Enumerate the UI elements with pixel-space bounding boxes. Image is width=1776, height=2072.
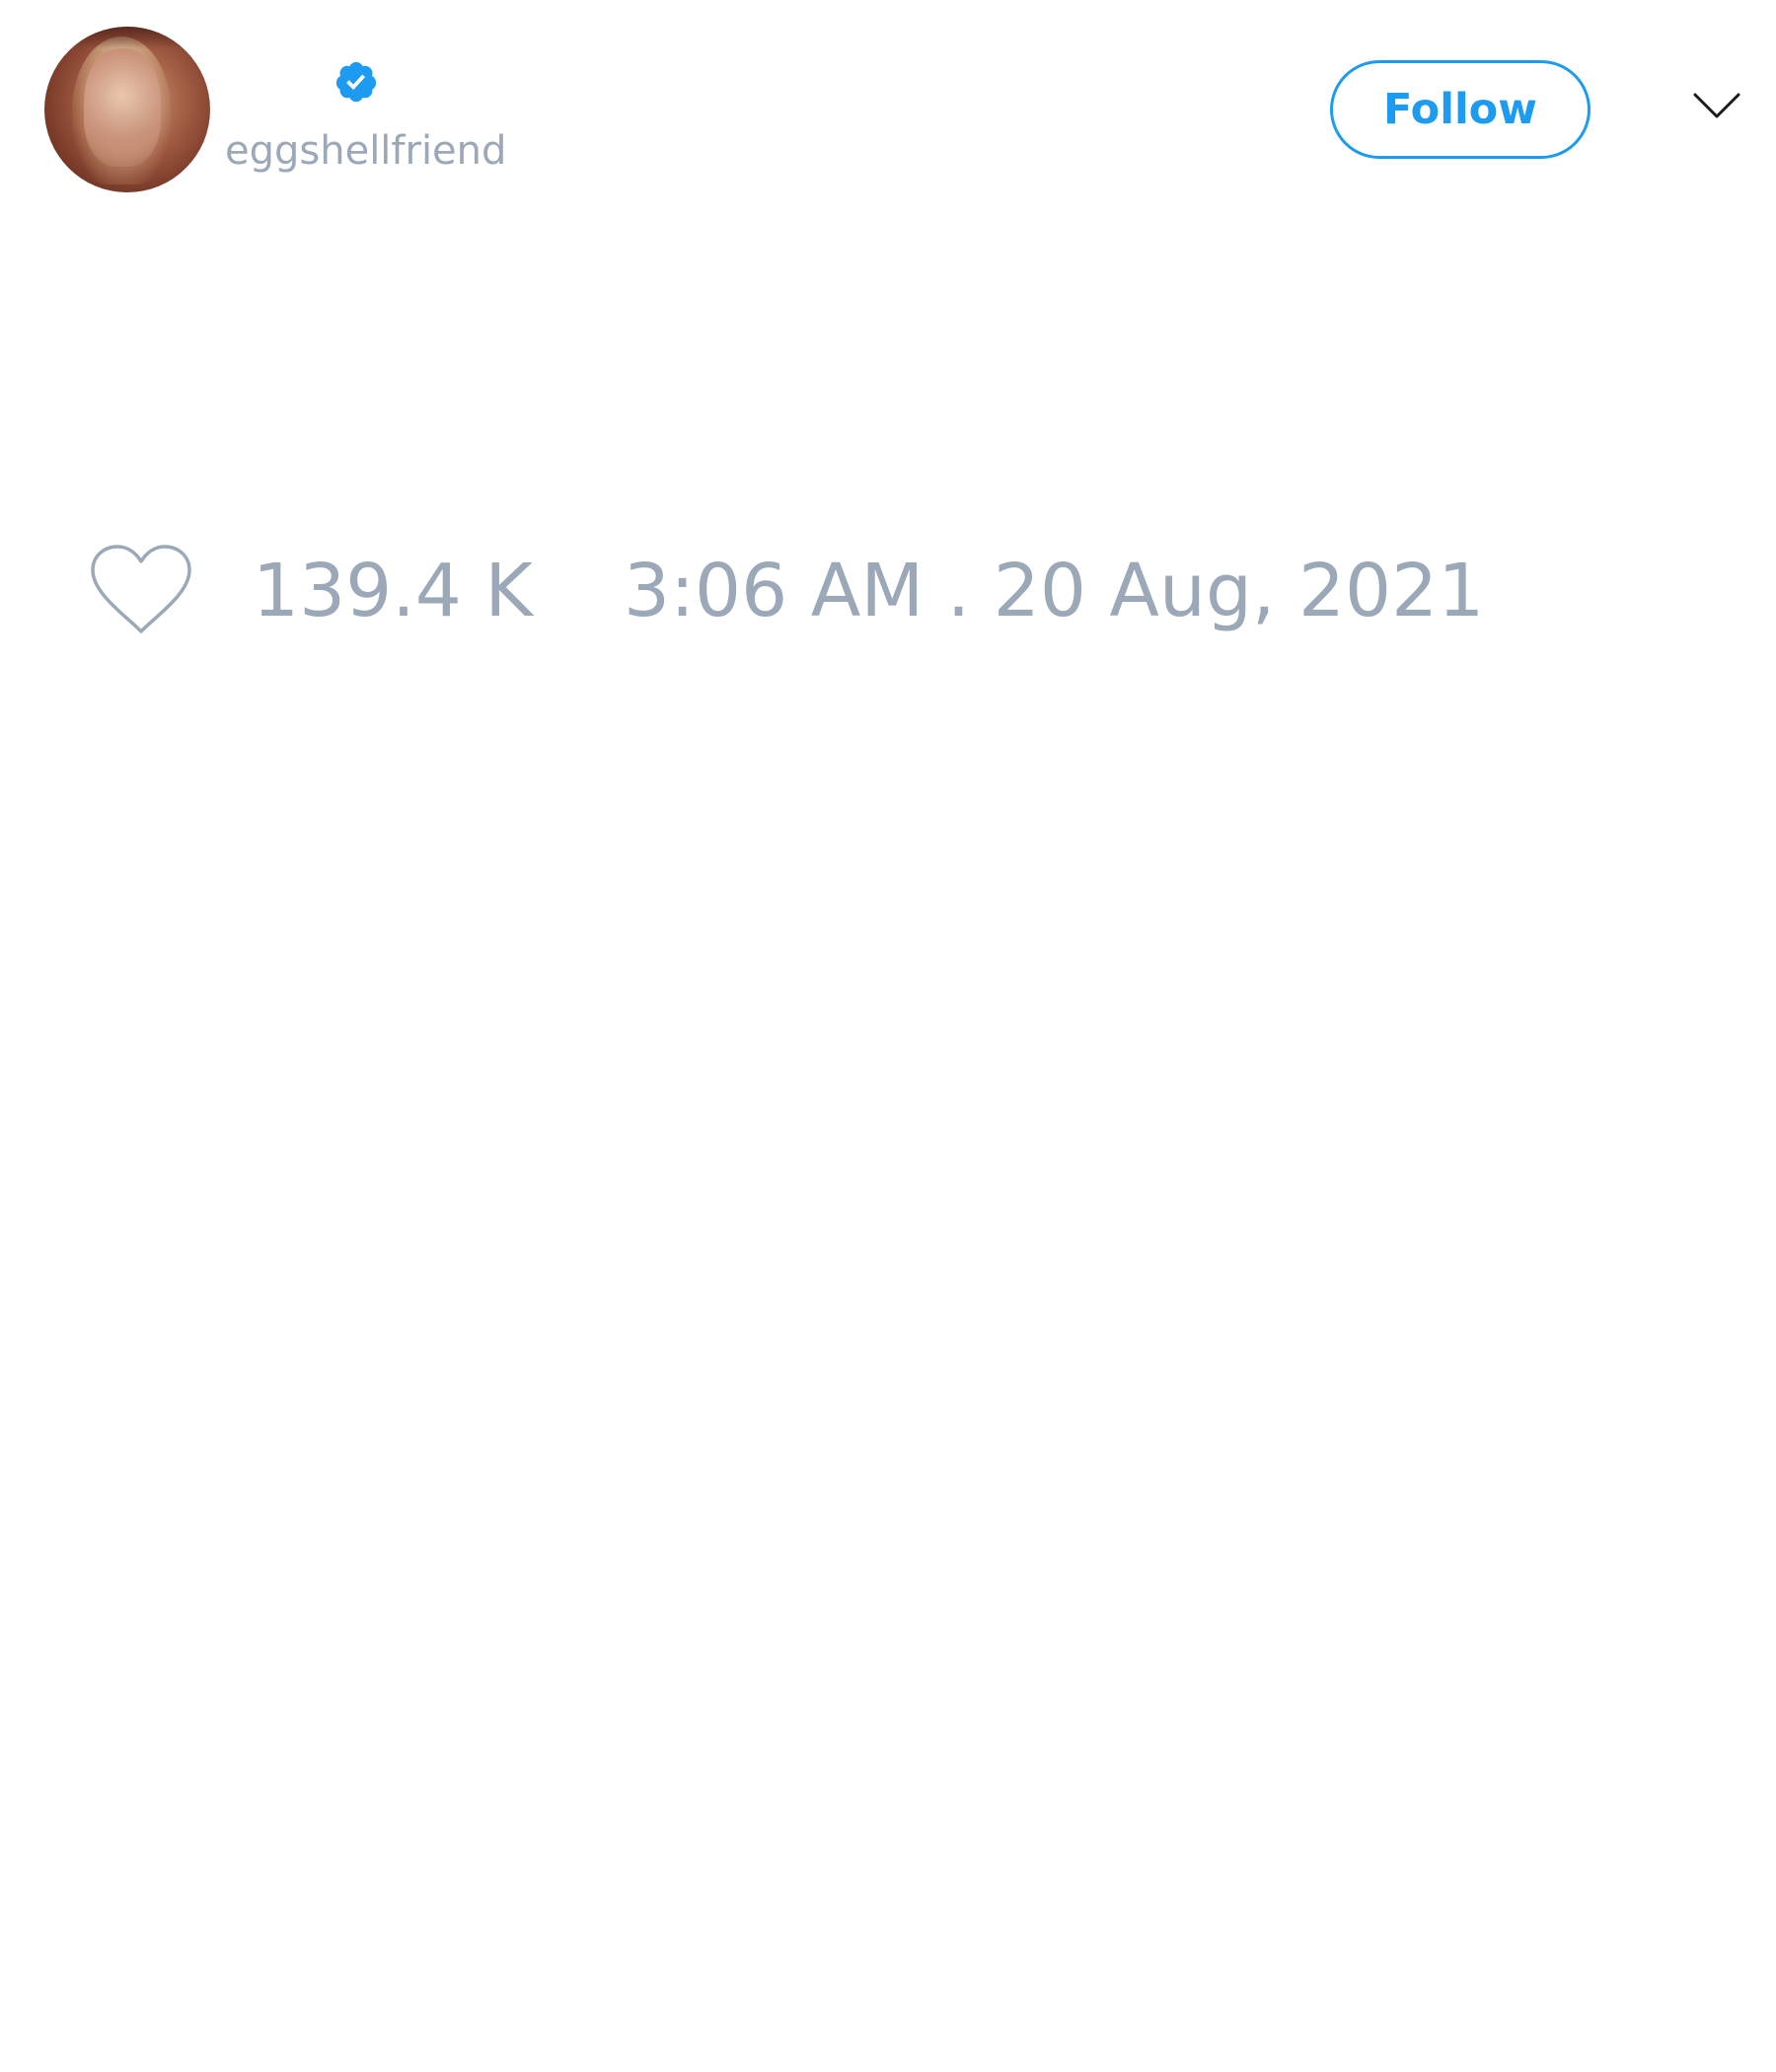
like-count: 139.4 K — [253, 549, 533, 633]
tweet-header: eggshellfriend Follow — [0, 0, 1776, 217]
avatar-shadow — [44, 27, 210, 48]
avatar-face — [84, 48, 161, 167]
user-handle[interactable]: eggshellfriend — [225, 126, 506, 176]
chevron-down-icon[interactable] — [1692, 91, 1741, 120]
tweet-timestamp[interactable]: 3:06 AM . 20 Aug, 2021 — [624, 547, 1484, 635]
verified-badge-icon — [335, 61, 377, 103]
avatar[interactable] — [44, 27, 210, 192]
heart-icon[interactable] — [89, 543, 193, 637]
follow-button[interactable]: Follow — [1330, 60, 1591, 159]
tweet-stats: 139.4 K 3:06 AM . 20 Aug, 2021 — [0, 533, 1776, 651]
